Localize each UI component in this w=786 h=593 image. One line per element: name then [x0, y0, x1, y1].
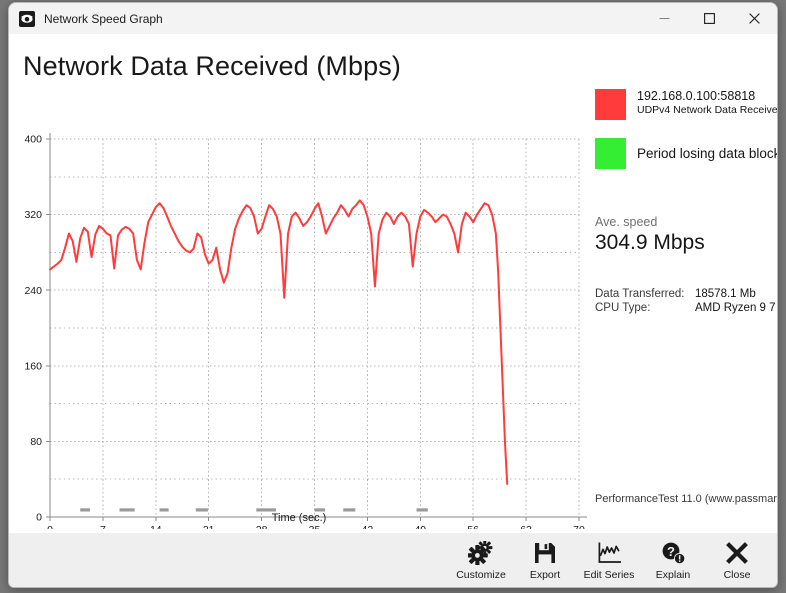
legend-label-loss: Period losing data blocks [637, 146, 778, 161]
stat-value-cpu-type: AMD Ryzen 9 7 [695, 302, 776, 314]
svg-text:320: 320 [24, 209, 42, 221]
window-title: Network Speed Graph [44, 11, 163, 26]
x-axis-tick-labels: 0 7 14 21 28 35 42 49 56 63 70 [47, 524, 585, 529]
y-axis-tick-labels: 0 80 160 240 320 400 [24, 134, 42, 524]
screenshot-root: Network Speed Graph Network Data Receive… [0, 0, 786, 593]
close-toolbar-button[interactable]: Close [705, 534, 769, 587]
page-title: Network Data Received (Mbps) [23, 51, 401, 81]
title-bar: Network Speed Graph [9, 3, 777, 35]
close-button[interactable] [732, 3, 777, 34]
svg-text:21: 21 [203, 524, 215, 529]
svg-text:80: 80 [30, 436, 42, 448]
line-chart-icon [597, 539, 622, 567]
svg-text:56: 56 [467, 524, 479, 529]
network-speed-graph-window: Network Speed Graph Network Data Receive… [8, 2, 778, 588]
passmark-footer-note: PerformanceTest 11.0 (www.passmark.com) [595, 493, 777, 505]
svg-text:7: 7 [100, 524, 106, 529]
average-speed-value: 304.9 Mbps [595, 231, 705, 254]
legend-swatch-loss [595, 138, 626, 169]
window-controls [642, 3, 777, 34]
loss-marker-bars [80, 508, 428, 512]
svg-text:14: 14 [150, 524, 162, 529]
explain-button[interactable]: ? Explain [641, 534, 705, 587]
svg-text:35: 35 [309, 524, 321, 529]
legend-item-received: 192.168.0.100:58818 UDPv4 Network Data R… [595, 89, 778, 120]
legend-label-received: 192.168.0.100:58818 [637, 89, 756, 103]
maximize-button[interactable] [687, 3, 732, 34]
edit-series-button[interactable]: Edit Series [577, 534, 641, 587]
svg-text:0: 0 [36, 512, 42, 524]
network-speed-icon [19, 10, 35, 27]
floppy-disk-icon [533, 539, 557, 567]
customize-label: Customize [456, 569, 506, 581]
svg-text:28: 28 [256, 524, 268, 529]
export-label: Export [529, 569, 561, 581]
stat-value-data-transferred: 18578.1 Mb [695, 288, 756, 300]
svg-text:42: 42 [362, 524, 374, 529]
svg-text:49: 49 [414, 524, 426, 529]
svg-text:160: 160 [24, 360, 42, 372]
svg-text:?: ? [667, 544, 675, 559]
x-axis-label: Time (sec.) [272, 512, 327, 524]
question-mark-icon: ? [661, 539, 686, 567]
legend-item-loss: Period losing data blocks [595, 138, 778, 169]
stat-row: Data Transferred: 18578.1 Mb [595, 287, 776, 301]
stat-key-cpu-type: CPU Type: [595, 302, 651, 314]
window-content: Network Data Received (Mbps) 0 80 160 240 32… [9, 34, 777, 533]
info-panel: 192.168.0.100:58818 UDPv4 Network Data R… [595, 89, 778, 533]
toolbar-items: Customize Export Edit Series ? Explain C… [449, 534, 769, 587]
stats-block: Data Transferred: 18578.1 Mb CPU Type: A… [595, 287, 776, 315]
network-speed-chart: 0 80 160 240 320 400 0 7 14 21 28 35 42 49 56 63 70 Tim… [9, 89, 589, 529]
svg-text:0: 0 [47, 524, 53, 529]
svg-text:400: 400 [24, 134, 42, 146]
gears-icon [468, 539, 494, 567]
svg-text:70: 70 [573, 524, 585, 529]
close-x-icon [725, 539, 749, 567]
stat-key-data-transferred: Data Transferred: [595, 288, 685, 300]
average-speed-label: Ave. speed [595, 215, 658, 229]
svg-text:63: 63 [520, 524, 532, 529]
edit-series-label: Edit Series [583, 569, 635, 581]
close-toolbar-label: Close [723, 569, 751, 581]
customize-button[interactable]: Customize [449, 534, 513, 587]
export-button[interactable]: Export [513, 534, 577, 587]
minimize-button[interactable] [642, 3, 687, 34]
explain-label: Explain [655, 569, 691, 581]
svg-text:240: 240 [24, 285, 42, 297]
legend-sublabel-received: UDPv4 Network Data Received [637, 104, 778, 116]
stat-row: CPU Type: AMD Ryzen 9 7 [595, 301, 776, 315]
legend-swatch-received [595, 89, 626, 120]
bottom-toolbar: Customize Export Edit Series ? Explain C… [9, 533, 777, 587]
